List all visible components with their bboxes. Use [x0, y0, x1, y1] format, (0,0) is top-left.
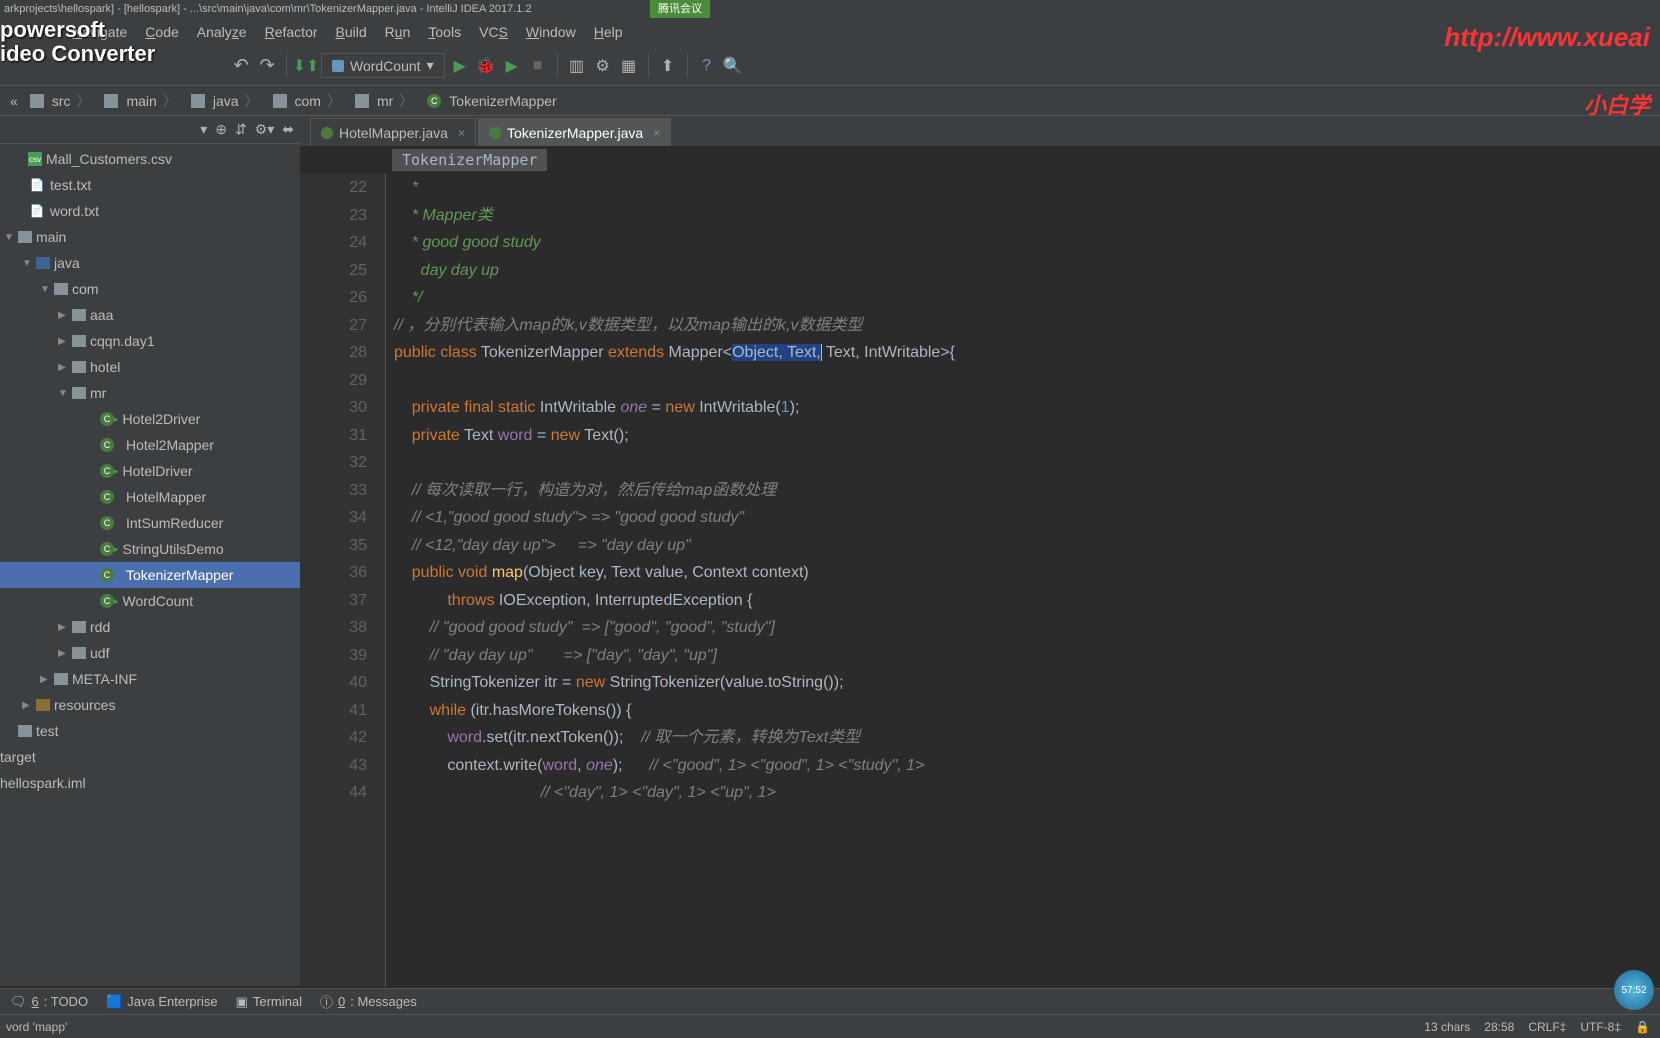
status-pos: 28:58: [1484, 1020, 1514, 1034]
tree-class-stringutilsdemo[interactable]: C▸StringUtilsDemo: [0, 536, 300, 562]
hide-icon[interactable]: ⬌: [282, 121, 294, 138]
crumb-java[interactable]: java〉: [185, 91, 267, 111]
menu-vcs[interactable]: VCS: [479, 24, 508, 40]
menu-refactor[interactable]: Refactor: [265, 24, 318, 40]
menu-build[interactable]: Build: [336, 24, 367, 40]
status-chars: 13 chars: [1424, 1020, 1470, 1034]
tree-csv[interactable]: csvMall_Customers.csv: [0, 146, 300, 172]
menu-run[interactable]: Run: [385, 24, 411, 40]
tree-class-hotelmapper[interactable]: CHotelMapper: [0, 484, 300, 510]
run-button[interactable]: ▶: [449, 55, 471, 77]
crumb-root[interactable]: «: [4, 93, 24, 109]
tree-hotel[interactable]: ▶hotel: [0, 354, 300, 380]
project-tree: csvMall_Customers.csv 📄test.txt 📄word.tx…: [0, 144, 300, 796]
layout-button[interactable]: ▥: [566, 55, 588, 77]
tab-terminal[interactable]: ▣ Terminal: [236, 994, 302, 1010]
editor-tabs: HotelMapper.java× TokenizerMapper.java×: [300, 116, 1660, 146]
back-button[interactable]: ↶: [230, 55, 252, 77]
tree-rdd[interactable]: ▶rdd: [0, 614, 300, 640]
menu-bar: Navigate Code Analyze Refactor Build Run…: [0, 18, 1660, 46]
status-line-ending[interactable]: CRLF‡: [1528, 1020, 1566, 1034]
tree-target[interactable]: target: [0, 744, 300, 770]
tree-class-hotel2driver[interactable]: C▸Hotel2Driver: [0, 406, 300, 432]
tree-file-word[interactable]: 📄word.txt: [0, 198, 300, 224]
build-button[interactable]: ⬇⬆: [295, 55, 317, 77]
tab-messages[interactable]: ⓘ 0: Messages: [320, 992, 417, 1011]
tree-class-intsumreducer[interactable]: CIntSumReducer: [0, 510, 300, 536]
locate-icon[interactable]: ▾: [200, 121, 207, 138]
deploy-button[interactable]: ⬆: [657, 55, 679, 77]
gear-icon[interactable]: ⚙▾: [255, 121, 275, 138]
editor-area: HotelMapper.java× TokenizerMapper.java× …: [300, 116, 1660, 986]
status-lock-icon[interactable]: 🔒: [1635, 1020, 1650, 1034]
tencent-meeting-badge: 腾讯会议: [650, 0, 710, 18]
status-encoding[interactable]: UTF-8‡: [1580, 1020, 1621, 1034]
tree-cqqn[interactable]: ▶cqqn.day1: [0, 328, 300, 354]
tab-todo[interactable]: 🗨 6: TODO: [10, 994, 88, 1010]
menu-help[interactable]: Help: [594, 24, 623, 40]
crumb-main[interactable]: main〉: [98, 91, 184, 111]
search-button[interactable]: 🔍: [722, 55, 744, 77]
watermark-left: powersoft ideo Converter: [0, 18, 155, 66]
tree-resources[interactable]: ▶resources: [0, 692, 300, 718]
tree-aaa[interactable]: ▶aaa: [0, 302, 300, 328]
tree-metainf[interactable]: ▶META-INF: [0, 666, 300, 692]
crumb-mr[interactable]: mr〉: [349, 91, 421, 111]
close-icon[interactable]: ×: [458, 126, 465, 140]
crumb-src[interactable]: src〉: [24, 91, 99, 111]
breadcrumbs: « src〉 main〉 java〉 com〉 mr〉 CTokenizerMa…: [0, 86, 1660, 116]
title-bar: arkprojects\hellospark] - [hellospark] -…: [0, 0, 1660, 18]
tab-hotelmapper[interactable]: HotelMapper.java×: [310, 118, 476, 146]
collapse-icon[interactable]: ⇵: [235, 121, 247, 138]
gutter: 2223242526272829303132333435363738394041…: [300, 174, 386, 986]
status-bar: vord 'mapp' 13 chars 28:58 CRLF‡ UTF-8‡ …: [0, 1014, 1660, 1038]
toolbar: ↶ ↷ ⬇⬆ WordCount ▾ ▶ 🐞 ▶ ■ ▥ ⚙ ▦ ⬆ ? 🔍: [0, 46, 1660, 86]
run-config-dropdown[interactable]: WordCount ▾: [321, 53, 445, 78]
tree-class-hotel2mapper[interactable]: CHotel2Mapper: [0, 432, 300, 458]
code-breadcrumb: TokenizerMapper: [300, 146, 1660, 174]
coverage-button[interactable]: ▶: [501, 55, 523, 77]
code-bc-class[interactable]: TokenizerMapper: [392, 149, 547, 171]
menu-tools[interactable]: Tools: [428, 24, 461, 40]
clock-badge: 57:52: [1614, 970, 1654, 1010]
tree-com[interactable]: ▼com: [0, 276, 300, 302]
code-editor[interactable]: 2223242526272829303132333435363738394041…: [300, 174, 1660, 986]
tree-java[interactable]: ▼java: [0, 250, 300, 276]
project-sidebar: ▾ ⊕ ⇵ ⚙▾ ⬌ csvMall_Customers.csv 📄test.t…: [0, 116, 300, 986]
bottom-tool-tabs: 🗨 6: TODO 🟦 Java Enterprise ▣ Terminal ⓘ…: [0, 988, 1660, 1014]
crumb-com[interactable]: com〉: [267, 91, 349, 111]
tree-class-tokenizermapper[interactable]: CTokenizerMapper: [0, 562, 300, 588]
tree-class-hoteldriver[interactable]: C▸HotelDriver: [0, 458, 300, 484]
close-icon[interactable]: ×: [653, 126, 660, 140]
watermark-url: http://www.xueai: [1444, 22, 1650, 53]
debug-button[interactable]: 🐞: [475, 55, 497, 77]
crumb-class[interactable]: CTokenizerMapper: [421, 93, 562, 109]
menu-window[interactable]: Window: [526, 24, 576, 40]
settings-button[interactable]: ⚙: [592, 55, 614, 77]
tree-test[interactable]: test: [0, 718, 300, 744]
menu-analyze[interactable]: Analyze: [197, 24, 247, 40]
tree-iml[interactable]: hellospark.iml: [0, 770, 300, 796]
tree-file-test[interactable]: 📄test.txt: [0, 172, 300, 198]
tree-main[interactable]: ▼main: [0, 224, 300, 250]
tree-mr[interactable]: ▼mr: [0, 380, 300, 406]
watermark-small: 小白学: [1584, 88, 1650, 120]
tab-tokenizermapper[interactable]: TokenizerMapper.java×: [478, 118, 671, 146]
sidebar-toolbar: ▾ ⊕ ⇵ ⚙▾ ⬌: [0, 116, 300, 144]
stop-button[interactable]: ■: [527, 55, 549, 77]
status-message: vord 'mapp': [0, 1020, 1424, 1034]
target-icon[interactable]: ⊕: [215, 121, 227, 138]
structure-button[interactable]: ▦: [618, 55, 640, 77]
tree-class-wordcount[interactable]: C▸WordCount: [0, 588, 300, 614]
help-button[interactable]: ?: [696, 55, 718, 77]
tree-udf[interactable]: ▶udf: [0, 640, 300, 666]
tab-java-enterprise[interactable]: 🟦 Java Enterprise: [106, 994, 218, 1010]
forward-button[interactable]: ↷: [256, 55, 278, 77]
